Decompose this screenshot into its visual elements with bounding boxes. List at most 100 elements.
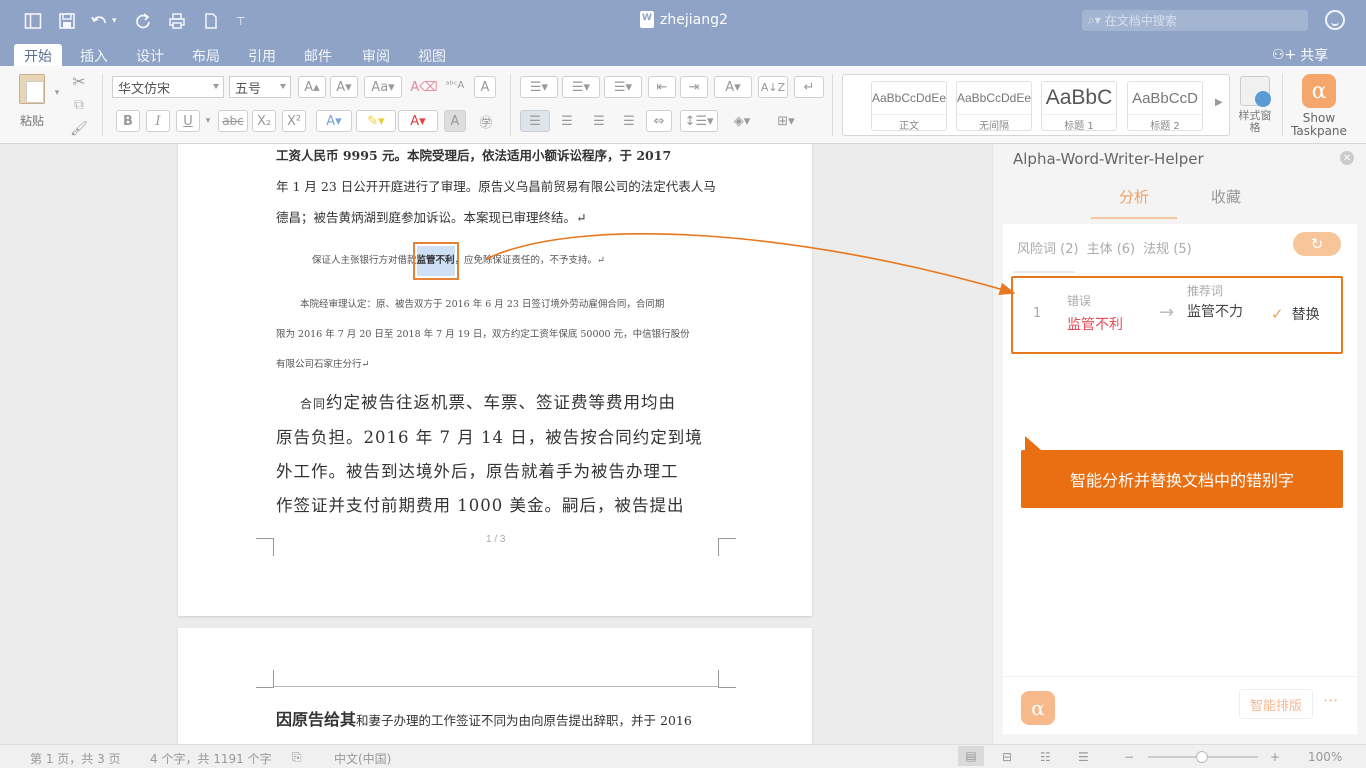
bullets-icon[interactable]: ☰▾ xyxy=(520,76,558,98)
outline-view-icon[interactable]: ☷ xyxy=(1040,750,1051,764)
strikethrough-icon[interactable]: abc xyxy=(218,110,248,132)
customize-toolbar-icon[interactable]: ⊤ xyxy=(236,10,246,32)
increase-indent-icon[interactable]: ⇥ xyxy=(680,76,708,98)
filter-regulations[interactable]: 法规 (5) xyxy=(1143,238,1192,257)
italic-icon[interactable]: I xyxy=(146,110,170,132)
styles-gallery: AaBbCcDdEe 正文 AaBbCcDdEe 无间隔 AaBbC 标题 1 … xyxy=(842,74,1230,136)
print-icon[interactable] xyxy=(168,10,186,32)
ribbon-tabs: 开始 插入 设计 布局 引用 邮件 审阅 视图 ⚇+ 共享 xyxy=(0,42,1366,66)
character-border-icon[interactable]: A xyxy=(474,76,496,98)
gallery-more-icon[interactable]: ▶ xyxy=(1215,97,1223,108)
tab-analysis[interactable]: 分析 xyxy=(1119,186,1149,207)
save-icon[interactable] xyxy=(58,10,76,32)
character-shading-icon[interactable]: A xyxy=(444,110,466,132)
highlighted-error-word[interactable]: 监管不利 xyxy=(412,242,459,280)
tab-insert[interactable]: 插入 xyxy=(70,44,118,66)
paste-button[interactable]: 粘贴 xyxy=(14,74,50,134)
format-painter-icon[interactable]: 🖌 xyxy=(68,118,90,140)
shading-icon[interactable]: ◈▾ xyxy=(722,110,762,132)
borders-icon[interactable]: ⊞▾ xyxy=(766,110,806,132)
zoom-level[interactable]: 100% xyxy=(1308,750,1342,764)
grow-font-icon[interactable]: A▴ xyxy=(298,76,326,98)
share-button[interactable]: ⚇+ 共享 xyxy=(1272,45,1328,65)
styles-pane-icon xyxy=(1240,76,1271,107)
show-taskpane-button[interactable]: α Show Taskpane xyxy=(1290,74,1348,138)
highlight-color-icon[interactable]: ✎▾ xyxy=(356,110,396,132)
redo-icon[interactable] xyxy=(134,10,152,32)
underline-icon[interactable]: U xyxy=(176,110,200,132)
filter-risk-words[interactable]: 风险词 (2) xyxy=(1017,238,1079,257)
sidebar-toggle-icon[interactable] xyxy=(24,10,42,32)
close-icon[interactable]: ✕ xyxy=(1340,151,1354,165)
sort-icon[interactable]: A↓Z xyxy=(758,76,788,98)
show-marks-icon[interactable]: ↵ xyxy=(794,76,824,98)
paste-dropdown-icon[interactable]: ▾ xyxy=(52,82,62,104)
draft-view-icon[interactable]: ☰ xyxy=(1078,750,1089,764)
smart-layout-button[interactable]: 智能排版 xyxy=(1239,689,1313,719)
language[interactable]: 中文(中国) xyxy=(334,750,391,767)
page-info[interactable]: 第 1 页，共 3 页 xyxy=(30,750,121,767)
refresh-button[interactable]: ↻ xyxy=(1293,232,1341,256)
phonetic-guide-icon[interactable]: ᵃᵇᶜA xyxy=(442,74,468,96)
tab-review[interactable]: 审阅 xyxy=(352,44,400,66)
subscript-icon[interactable]: X₂ xyxy=(252,110,276,132)
superscript-icon[interactable]: X² xyxy=(282,110,306,132)
word-count[interactable]: 4 个字，共 1191 个字 xyxy=(150,750,272,767)
alpha-logo-icon: α xyxy=(1021,691,1055,725)
undo-dropdown-icon[interactable]: ▾ xyxy=(112,10,117,32)
feedback-smiley-icon[interactable] xyxy=(1325,10,1345,30)
align-left-icon[interactable]: ☰ xyxy=(520,110,550,132)
chinese-layout-icon[interactable]: A▾ xyxy=(714,76,752,98)
tab-design[interactable]: 设计 xyxy=(126,44,174,66)
align-right-icon[interactable]: ☰ xyxy=(584,110,614,132)
copy-icon[interactable]: ⧉ xyxy=(68,94,90,116)
distributed-align-icon[interactable]: ⇔ xyxy=(646,110,672,132)
print-layout-view-icon[interactable]: ▤ xyxy=(958,746,984,766)
font-size-select[interactable]: 五号 xyxy=(229,76,291,98)
font-color-icon[interactable]: A▾ xyxy=(398,110,438,132)
style-normal[interactable]: AaBbCcDdEe 正文 xyxy=(871,81,947,131)
change-case-icon[interactable]: Aa▾ xyxy=(364,76,402,98)
clear-formatting-icon[interactable]: A⌫ xyxy=(410,76,438,98)
shrink-font-icon[interactable]: A▾ xyxy=(330,76,358,98)
tab-view[interactable]: 视图 xyxy=(408,44,456,66)
style-no-spacing[interactable]: AaBbCcDdEe 无间隔 xyxy=(956,81,1032,131)
underline-dropdown-icon[interactable]: ▾ xyxy=(202,110,214,132)
styles-pane-button[interactable]: 样式窗格 xyxy=(1238,76,1272,134)
enclose-character-icon[interactable]: ㊫ xyxy=(474,110,498,132)
decrease-indent-icon[interactable]: ⇤ xyxy=(648,76,676,98)
font-name-select[interactable]: 华文仿宋 xyxy=(112,76,224,98)
tab-references[interactable]: 引用 xyxy=(238,44,286,66)
document-page[interactable]: 工资人民币 9995 元。本院受理后，依法适用小额诉讼程序，于 2017 年 1… xyxy=(178,144,812,616)
paragraph-guarantee: 保证人主张银行方对借款监管不利，应免除保证责任的，不予支持。↵ xyxy=(276,242,716,280)
undo-icon[interactable] xyxy=(90,10,108,32)
read-mode-icon[interactable]: ⊟ xyxy=(1002,750,1012,764)
style-heading-1[interactable]: AaBbC 标题 1 xyxy=(1041,81,1117,131)
bold-icon[interactable]: B xyxy=(116,110,140,132)
multilevel-list-icon[interactable]: ☰▾ xyxy=(604,76,642,98)
tab-layout[interactable]: 布局 xyxy=(182,44,230,66)
text-effects-icon[interactable]: A▾ xyxy=(316,110,352,132)
align-center-icon[interactable]: ☰ xyxy=(552,110,582,132)
more-options-icon[interactable]: ··· xyxy=(1323,691,1338,710)
search-input[interactable]: ⌕▾ 在文档中搜索 xyxy=(1082,10,1308,31)
cut-icon[interactable]: ✂ xyxy=(68,70,90,92)
zoom-slider-thumb[interactable] xyxy=(1196,751,1208,763)
document-canvas[interactable]: 工资人民币 9995 元。本院受理后，依法适用小额诉讼程序，于 2017 年 1… xyxy=(0,144,992,744)
document-page[interactable]: 因原告给其和妻子办理的工作签证不同为由向原告提出辞职，并于 2016 xyxy=(178,628,812,744)
filter-subjects[interactable]: 主体 (6) xyxy=(1087,238,1136,257)
zoom-in-icon[interactable]: + xyxy=(1270,750,1280,764)
proofing-icon[interactable]: ⎘ xyxy=(292,750,302,765)
tab-home[interactable]: 开始 xyxy=(14,44,62,66)
zoom-out-icon[interactable]: − xyxy=(1124,750,1134,764)
tab-mailings[interactable]: 邮件 xyxy=(294,44,342,66)
style-heading-2[interactable]: AaBbCcD 标题 2 xyxy=(1127,81,1203,131)
justify-icon[interactable]: ☰ xyxy=(614,110,644,132)
new-document-icon[interactable] xyxy=(202,10,220,32)
line-spacing-icon[interactable]: ↕☰▾ xyxy=(680,110,718,132)
numbering-icon[interactable]: ☰▾ xyxy=(562,76,600,98)
replace-button[interactable]: ✓ 替换 xyxy=(1271,304,1320,324)
result-card[interactable]: 1 错误 监管不利 → 推荐词 监管不力 ✓ 替换 xyxy=(1011,276,1343,354)
active-tab-indicator xyxy=(1091,217,1177,219)
tab-favorites[interactable]: 收藏 xyxy=(1211,186,1241,207)
